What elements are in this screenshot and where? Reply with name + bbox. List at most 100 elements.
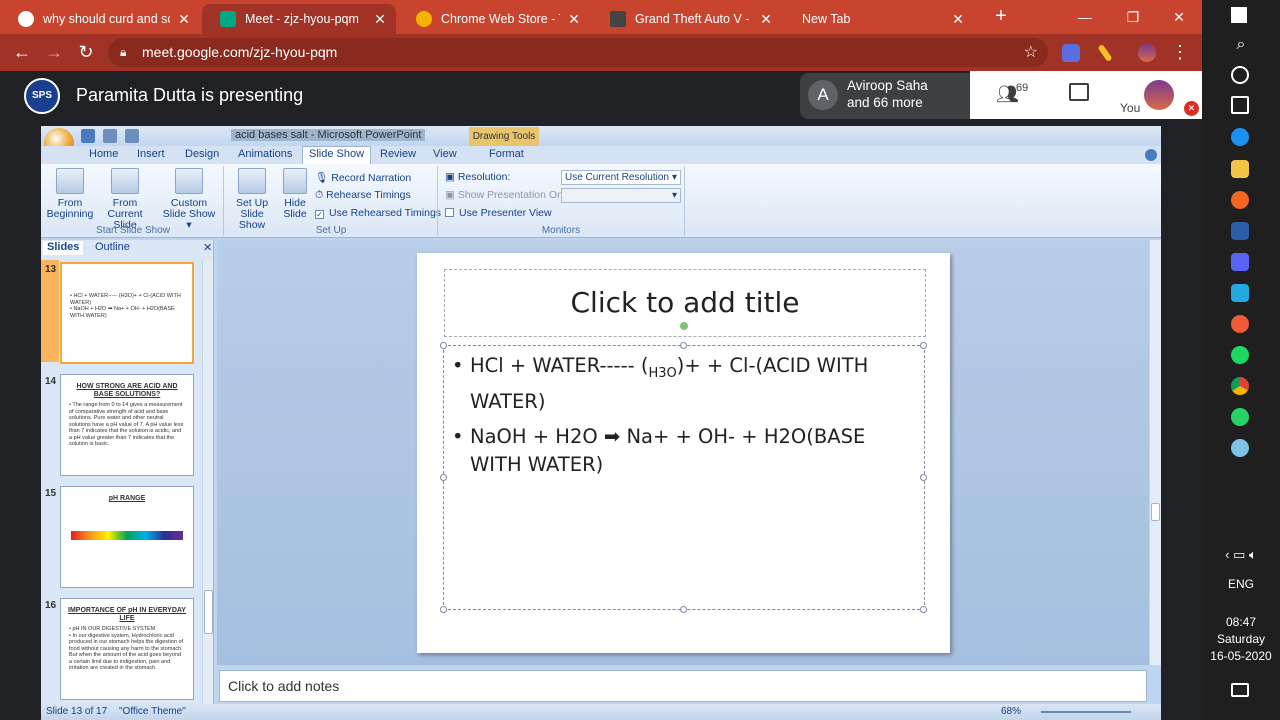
whatsapp-icon[interactable] xyxy=(1231,408,1249,426)
resize-handle[interactable] xyxy=(920,474,927,481)
edge-icon[interactable] xyxy=(1231,128,1249,146)
resize-handle[interactable] xyxy=(680,342,687,349)
pen-extension-icon[interactable] xyxy=(1097,43,1113,63)
show-on-dropdown[interactable]: ▾ xyxy=(561,188,681,203)
tab-strip: why should curd and sou ✕ Meet - zjz-hyo… xyxy=(0,0,1202,34)
notes-pane[interactable]: Click to add notes xyxy=(219,670,1147,702)
tab-view[interactable]: View xyxy=(433,148,457,160)
restore-icon[interactable]: ❐ xyxy=(1122,6,1144,28)
close-icon[interactable]: ✕ xyxy=(176,11,192,28)
tab-insert[interactable]: Insert xyxy=(137,148,165,160)
resolution-dropdown[interactable]: Use Current Resolution ▾ xyxy=(561,170,681,185)
chat-icon[interactable] xyxy=(1069,83,1089,101)
profile-avatar[interactable] xyxy=(1138,44,1156,62)
tab-home[interactable]: Home xyxy=(89,148,118,160)
from-beginning-button[interactable]: From Beginning xyxy=(46,168,94,220)
tab-meet[interactable]: Meet - zjz-hyou-pqm ✕ xyxy=(202,4,396,34)
close-pane-icon[interactable]: ✕ xyxy=(199,241,216,255)
group-monitors: Monitors xyxy=(541,225,581,236)
close-icon[interactable]: ✕ xyxy=(372,11,388,28)
resize-handle[interactable] xyxy=(920,606,927,613)
tab-curd[interactable]: why should curd and sou ✕ xyxy=(0,4,200,34)
thumb-body: • HCl + WATER----- (H3O)+ + Cl-(ACID WIT… xyxy=(70,293,181,319)
notifications-icon[interactable] xyxy=(1231,683,1249,697)
self-avatar xyxy=(1144,80,1174,110)
chrome-icon[interactable] xyxy=(1231,377,1249,395)
rehearse-timings-button[interactable]: ⏱︎ Rehearse Timings xyxy=(315,189,411,202)
extension-icon[interactable] xyxy=(1062,44,1080,62)
slide-thumbnail-13[interactable]: • HCl + WATER----- (H3O)+ + Cl-(ACID WIT… xyxy=(60,262,194,364)
checkbox-unchecked[interactable] xyxy=(445,208,454,217)
tray-icons[interactable]: ‹ ▭ 🔈︎ xyxy=(1202,547,1280,563)
tab-webstore[interactable]: Chrome Web Store - The ✕ xyxy=(398,4,590,34)
app-icon[interactable] xyxy=(1231,315,1249,333)
back-button[interactable]: ← xyxy=(10,40,34,64)
checkbox-checked[interactable]: ✓ xyxy=(315,210,324,219)
set-up-slide-show-button[interactable]: Set Up Slide Show xyxy=(226,168,278,231)
powershell-icon[interactable] xyxy=(1231,222,1249,240)
resize-handle[interactable] xyxy=(680,606,687,613)
tab-format[interactable]: Format xyxy=(489,148,524,160)
resize-handle[interactable] xyxy=(440,606,447,613)
custom-slide-show-button[interactable]: Custom Slide Show ▾ xyxy=(159,168,219,231)
tab-animations[interactable]: Animations xyxy=(238,148,292,160)
task-view-icon[interactable] xyxy=(1231,96,1249,114)
panel-scrollbar[interactable] xyxy=(202,260,213,704)
tab-gta[interactable]: Grand Theft Auto V - Gr ✕ xyxy=(592,4,782,34)
tab-new[interactable]: New Tab ✕ xyxy=(784,4,974,34)
slide-thumbnail-14[interactable]: HOW STRONG ARE ACID AND BASE SOLUTIONS? … xyxy=(60,374,194,476)
outline-tab[interactable]: Outline xyxy=(91,241,134,255)
rotate-handle[interactable] xyxy=(680,322,688,330)
cortana-icon[interactable] xyxy=(1231,66,1249,84)
save-icon[interactable] xyxy=(81,129,95,143)
status-bar: Slide 13 of 17 "Office Theme" 68% xyxy=(41,704,1161,720)
slides-tab[interactable]: Slides xyxy=(43,241,84,255)
search-icon[interactable]: ⌕ xyxy=(1202,36,1280,54)
spotify-icon[interactable] xyxy=(1231,346,1249,364)
redo-icon[interactable] xyxy=(125,129,139,143)
setup-icon xyxy=(238,168,266,194)
close-icon[interactable]: ✕ xyxy=(566,11,582,28)
windows-start-icon[interactable] xyxy=(1231,7,1247,23)
file-explorer-icon[interactable] xyxy=(1231,160,1249,178)
tab-design[interactable]: Design xyxy=(185,148,219,160)
slide-thumbnail-15[interactable]: pH RANGE xyxy=(60,486,194,588)
close-window-icon[interactable]: ✕ xyxy=(1168,6,1190,28)
bookmark-star-icon[interactable]: ☆ xyxy=(1024,38,1038,67)
content-textbox[interactable]: HCl + WATER----- (H3O)+ + Cl-(ACID WITH … xyxy=(443,345,925,610)
editor-scrollbar[interactable] xyxy=(1149,240,1161,665)
undo-icon[interactable] xyxy=(103,129,117,143)
minimize-icon[interactable]: — xyxy=(1074,6,1096,28)
tab-slide-show[interactable]: Slide Show xyxy=(302,146,372,164)
new-tab-button[interactable]: + xyxy=(990,6,1012,28)
close-icon[interactable]: ✕ xyxy=(758,11,774,28)
tab-review[interactable]: Review xyxy=(380,148,416,160)
resize-handle[interactable] xyxy=(440,474,447,481)
scrollbar-thumb[interactable] xyxy=(204,590,213,634)
firefox-icon[interactable] xyxy=(1231,191,1249,209)
record-narration-button[interactable]: 🎙︎ Record Narration xyxy=(315,171,411,184)
scrollbar-thumb[interactable] xyxy=(1151,503,1160,521)
presenter-view-checkbox[interactable]: Use Presenter View xyxy=(445,207,552,219)
hide-slide-button[interactable]: Hide Slide xyxy=(280,168,310,220)
resize-handle[interactable] xyxy=(920,342,927,349)
zoom-slider[interactable] xyxy=(1041,711,1131,713)
forward-button[interactable]: → xyxy=(42,40,66,64)
discord-icon[interactable] xyxy=(1231,253,1249,271)
from-current-slide-button[interactable]: From Current Slide xyxy=(96,168,154,231)
slide-thumbnail-16[interactable]: IMPORTANCE OF pH IN EVERYDAY LIFE • pH I… xyxy=(60,598,194,700)
resize-handle[interactable] xyxy=(440,342,447,349)
slides-panel: Slides Outline ✕ 13 • HCl + WATER----- (… xyxy=(41,240,214,706)
reload-button[interactable]: ↻ xyxy=(74,40,98,64)
app-icon[interactable] xyxy=(1231,439,1249,457)
use-rehearsed-timings-checkbox[interactable]: ✓ Use Rehearsed Timings xyxy=(315,207,441,219)
close-icon[interactable]: ✕ xyxy=(950,11,966,28)
menu-kebab-icon[interactable]: ⋮ xyxy=(1168,40,1192,64)
clock-time[interactable]: 08:47 xyxy=(1202,615,1280,629)
help-icon[interactable] xyxy=(1145,149,1157,161)
language-indicator[interactable]: ENG xyxy=(1202,577,1280,591)
address-bar[interactable]: 🔒︎ meet.google.com/zjz-hyou-pqm ☆ xyxy=(108,38,1048,67)
zoom-level: 68% xyxy=(1001,706,1022,717)
people-count: 69 xyxy=(1016,82,1029,94)
vscode-icon[interactable] xyxy=(1231,284,1249,302)
